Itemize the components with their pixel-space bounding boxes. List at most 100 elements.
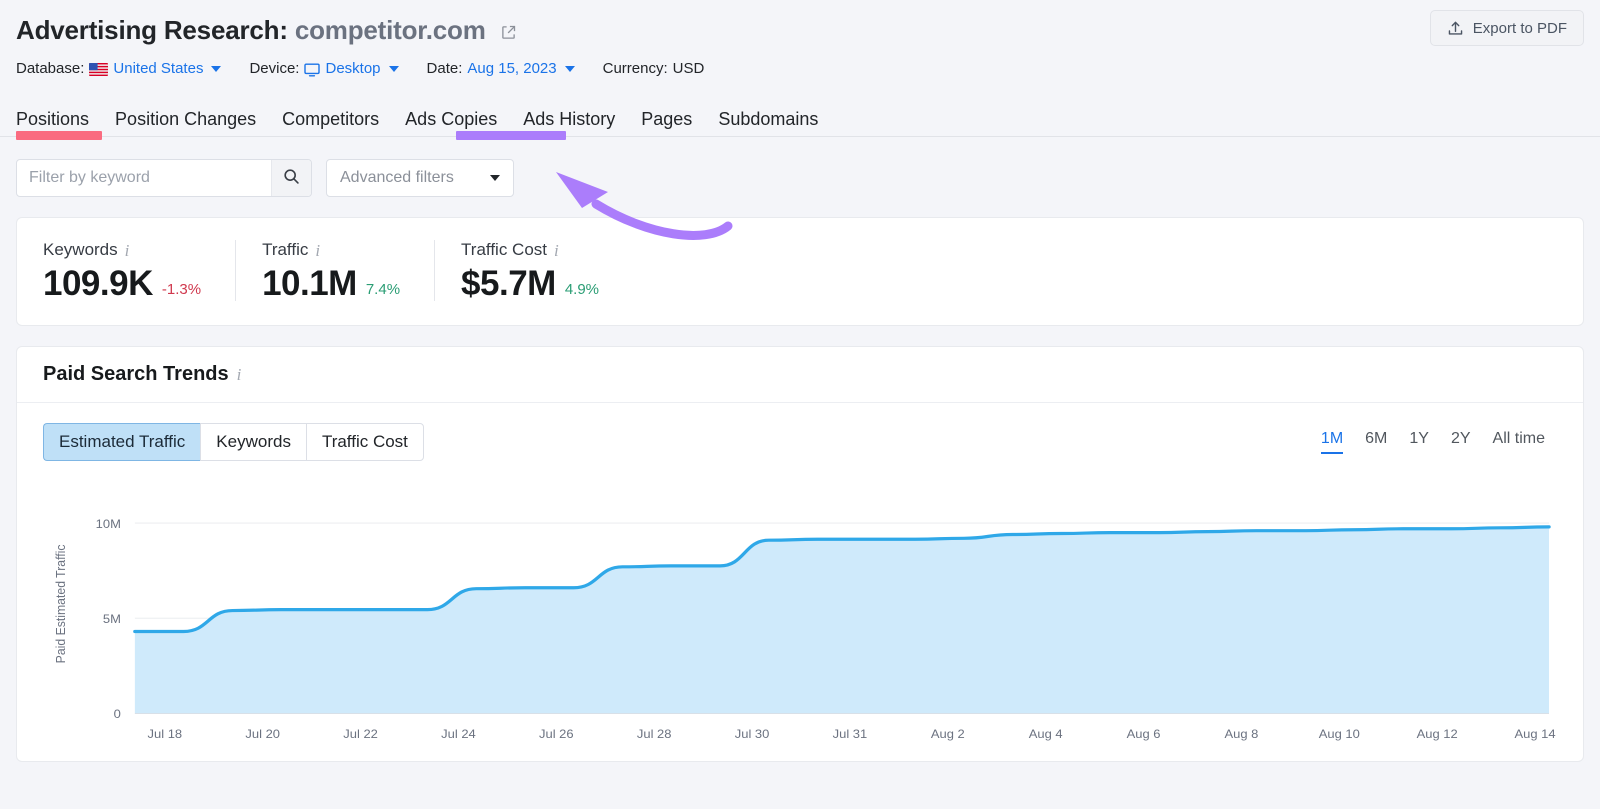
trends-title: Paid Search Trends xyxy=(43,363,229,385)
export-to-pdf-button[interactable]: Export to PDF xyxy=(1429,10,1584,46)
svg-text:5M: 5M xyxy=(103,612,121,626)
trends-header: Paid Search Trends i xyxy=(17,347,1583,403)
export-to-pdf-label: Export to PDF xyxy=(1472,19,1567,37)
metric-traffic-cost: Traffic Cost i $5.7M 4.9% xyxy=(434,240,633,301)
svg-text:Aug 6: Aug 6 xyxy=(1127,727,1161,741)
tab-bar: Positions Position Changes Competitors A… xyxy=(0,98,1600,140)
metric-traffic-cost-value: $5.7M xyxy=(461,264,556,303)
svg-text:Jul 22: Jul 22 xyxy=(343,727,378,741)
svg-text:Jul 26: Jul 26 xyxy=(539,727,574,741)
metric-traffic-cost-delta: 4.9% xyxy=(564,281,600,298)
metrics-card: Keywords i 109.9K -1.3% Traffic i 10.1M … xyxy=(16,217,1584,326)
metric-toggle-group: Estimated Traffic Keywords Traffic Cost xyxy=(43,423,424,461)
metric-keywords-label-row: Keywords i xyxy=(43,240,201,260)
search-input[interactable] xyxy=(17,160,271,196)
paid-traffic-chart: 0 5M 10M Paid Estimated Traffic Jul 18 Jul 20… xyxy=(17,461,1583,761)
tab-subdomains[interactable]: Subdomains xyxy=(718,109,818,136)
page-title: Advertising Research: competitor.com xyxy=(16,15,516,46)
chevron-down-icon[interactable] xyxy=(388,66,399,72)
svg-text:Aug 10: Aug 10 xyxy=(1319,727,1360,741)
database-label: Database: xyxy=(16,59,85,77)
svg-text:Jul 30: Jul 30 xyxy=(735,727,770,741)
svg-text:Paid Estimated Traffic: Paid Estimated Traffic xyxy=(54,544,68,663)
metric-keywords-value: 109.9K xyxy=(43,264,153,303)
svg-text:Aug 2: Aug 2 xyxy=(931,727,965,741)
tab-competitors[interactable]: Competitors xyxy=(282,109,379,136)
chart-svg: 0 5M 10M Paid Estimated Traffic Jul 18 Jul 20… xyxy=(54,517,1556,741)
page-title-prefix: Advertising Research: xyxy=(16,14,288,45)
metric-traffic-value: 10.1M xyxy=(262,264,357,303)
info-icon[interactable]: i xyxy=(125,242,130,259)
search-icon xyxy=(283,168,300,188)
highlight-ads-copies xyxy=(456,131,566,140)
range-1y[interactable]: 1Y xyxy=(1409,430,1429,454)
chevron-down-icon[interactable] xyxy=(564,66,575,72)
svg-text:0: 0 xyxy=(114,707,121,721)
date-label: Date: xyxy=(426,59,463,77)
date-selector[interactable]: Date: Aug 15, 2023 xyxy=(427,60,575,77)
time-range-group: 1M 6M 1Y 2Y All time xyxy=(1320,430,1557,454)
device-label: Device: xyxy=(249,59,300,77)
external-link-icon[interactable] xyxy=(501,16,516,39)
date-value[interactable]: Aug 15, 2023 xyxy=(467,60,556,77)
filter-row: Advanced filters xyxy=(0,137,1600,197)
page-header: Advertising Research: competitor.com Exp… xyxy=(0,0,1600,80)
title-row: Advertising Research: competitor.com xyxy=(16,10,1584,50)
range-6m[interactable]: 6M xyxy=(1365,430,1387,454)
us-flag-icon xyxy=(89,62,109,76)
tab-position-changes[interactable]: Position Changes xyxy=(115,109,256,136)
advanced-filters-label: Advanced filters xyxy=(340,169,454,186)
chevron-down-icon[interactable] xyxy=(211,66,222,72)
page-title-domain: competitor.com xyxy=(294,14,486,45)
range-1m[interactable]: 1M xyxy=(1320,430,1344,454)
svg-text:Jul 18: Jul 18 xyxy=(148,727,183,741)
chevron-down-icon xyxy=(490,175,500,181)
svg-text:Jul 28: Jul 28 xyxy=(637,727,672,741)
info-icon[interactable]: i xyxy=(554,242,559,259)
advanced-filters-dropdown[interactable]: Advanced filters xyxy=(326,159,514,197)
tab-pages[interactable]: Pages xyxy=(641,109,692,136)
metric-traffic: Traffic i 10.1M 7.4% xyxy=(235,240,434,301)
svg-text:Aug 4: Aug 4 xyxy=(1029,727,1063,741)
device-selector[interactable]: Device: Desktop xyxy=(249,59,399,77)
currency-value: USD xyxy=(672,59,705,77)
toggle-traffic-cost[interactable]: Traffic Cost xyxy=(305,423,424,461)
metric-keywords-delta: -1.3% xyxy=(161,281,202,298)
metric-traffic-label-row: Traffic i xyxy=(262,240,400,260)
metric-traffic-cost-value-row: $5.7M 4.9% xyxy=(461,266,599,301)
metric-keywords-label: Keywords xyxy=(43,240,118,259)
svg-text:Aug 8: Aug 8 xyxy=(1224,727,1258,741)
svg-text:Jul 31: Jul 31 xyxy=(833,727,868,741)
range-2y[interactable]: 2Y xyxy=(1451,430,1471,454)
metric-traffic-value-row: 10.1M 7.4% xyxy=(262,266,400,301)
toggle-estimated-traffic[interactable]: Estimated Traffic xyxy=(43,423,201,461)
range-all-time[interactable]: All time xyxy=(1493,430,1545,454)
svg-text:Aug 12: Aug 12 xyxy=(1417,727,1458,741)
svg-text:10M: 10M xyxy=(96,517,121,531)
metrics-row: Keywords i 109.9K -1.3% Traffic i 10.1M … xyxy=(17,218,1583,325)
metric-keywords: Keywords i 109.9K -1.3% xyxy=(17,240,235,301)
trends-controls: Estimated Traffic Keywords Traffic Cost … xyxy=(17,403,1583,461)
upload-icon xyxy=(1447,20,1464,37)
desktop-icon xyxy=(304,63,321,77)
database-selector[interactable]: Database: United States xyxy=(16,59,222,77)
highlight-positions xyxy=(16,131,102,140)
svg-text:Aug 14: Aug 14 xyxy=(1514,727,1555,741)
meta-row: Database: United States Device: Desktop … xyxy=(16,56,1584,80)
device-value[interactable]: Desktop xyxy=(325,60,380,77)
metric-traffic-label: Traffic xyxy=(262,240,309,259)
keyword-filter-box xyxy=(16,159,312,197)
metric-traffic-delta: 7.4% xyxy=(365,281,401,298)
svg-text:Jul 24: Jul 24 xyxy=(441,727,476,741)
metric-keywords-value-row: 109.9K -1.3% xyxy=(43,266,201,301)
metric-traffic-cost-label-row: Traffic Cost i xyxy=(461,240,599,260)
search-button[interactable] xyxy=(271,160,311,196)
info-icon[interactable]: i xyxy=(237,366,242,383)
svg-text:Jul 20: Jul 20 xyxy=(245,727,280,741)
tab-list: Positions Position Changes Competitors A… xyxy=(16,98,1584,136)
toggle-keywords[interactable]: Keywords xyxy=(200,423,306,461)
info-icon[interactable]: i xyxy=(315,242,320,259)
currency-label: Currency: xyxy=(602,59,668,77)
paid-search-trends-card: Paid Search Trends i Estimated Traffic K… xyxy=(16,346,1584,762)
database-value[interactable]: United States xyxy=(113,60,203,77)
